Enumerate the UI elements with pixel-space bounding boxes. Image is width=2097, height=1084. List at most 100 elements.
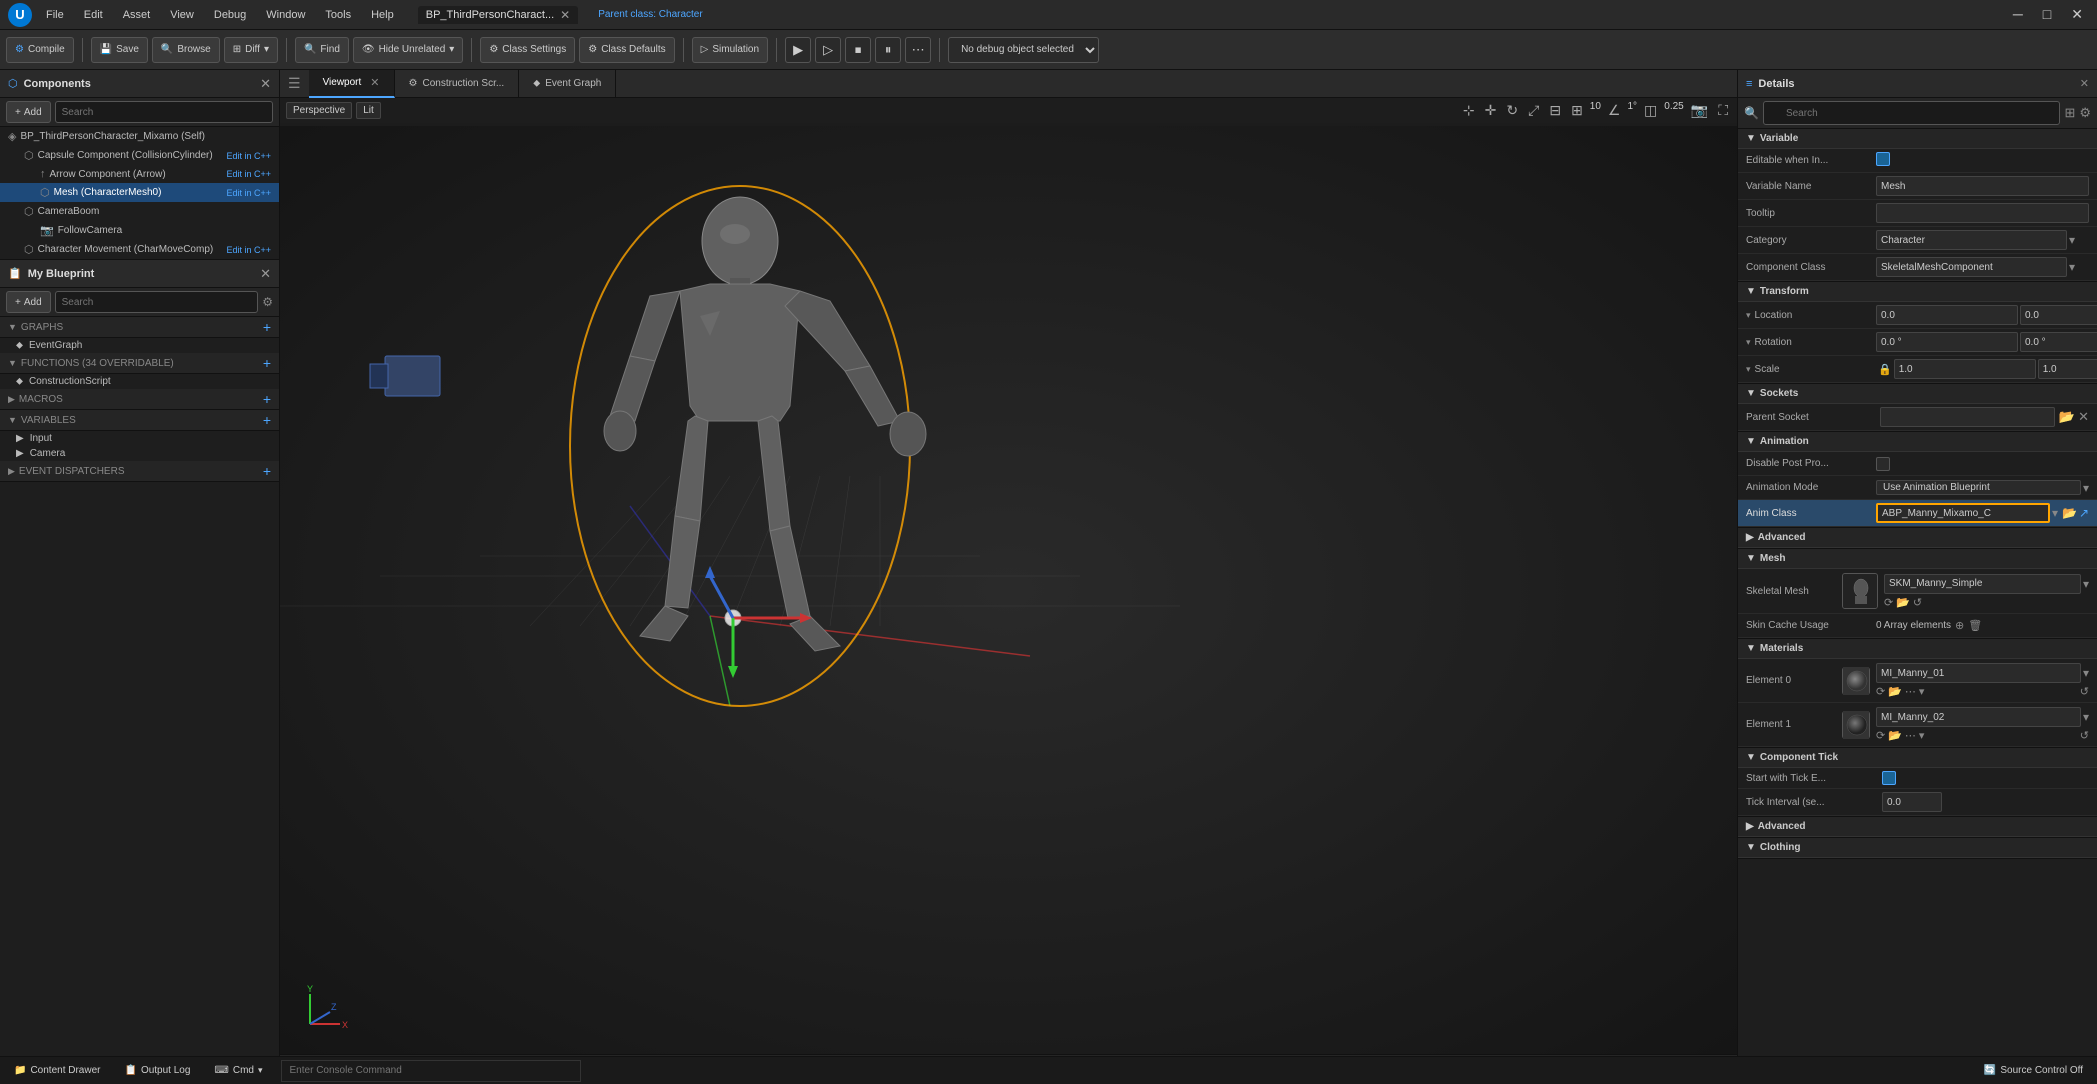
anim-class-browse-btn[interactable]: 📂 [2062,506,2077,520]
select-icon[interactable]: ⊹ [1460,101,1478,120]
output-log-btn[interactable]: 📋 Output Log [118,1063,196,1078]
cmd-input[interactable] [281,1060,581,1082]
mesh-section-header[interactable]: ▼ Mesh [1738,549,2097,569]
component-class-dropdown[interactable]: ▾ [2069,260,2075,274]
menu-help[interactable]: Help [367,7,398,23]
clothing-header[interactable]: ▼ Clothing [1738,838,2097,858]
pause-button[interactable]: ⏸ [875,37,901,63]
snap-icon[interactable]: ⊟ [1546,101,1564,120]
mat0-more-btn[interactable]: ⋯ [1905,685,1916,698]
components-close-btn[interactable]: ✕ [260,76,271,92]
content-drawer-btn[interactable]: 📁 Content Drawer [8,1063,106,1078]
materials-header[interactable]: ▼ Materials [1738,639,2097,659]
loc-y-input[interactable] [2020,305,2097,325]
scale-lock-btn[interactable]: 🔒 [1878,363,1892,376]
details-close-btn[interactable]: ✕ [2080,77,2089,90]
mybp-settings-icon[interactable]: ⚙ [262,295,273,309]
close-btn[interactable]: ✕ [2065,6,2089,23]
functions-section[interactable]: ▼ FUNCTIONS (34 OVERRIDABLE) + [0,353,279,374]
mat1-dropdown2[interactable]: ▾ [1919,729,1925,742]
mat1-sync-btn[interactable]: ⟳ [1876,729,1885,742]
charmovement-edit-btn[interactable]: Edit in C++ [226,245,271,255]
document-tab[interactable]: BP_ThirdPersonCharact... ✕ [418,6,578,24]
hide-unrelated-button[interactable]: 👁 Hide Unrelated ▾ [353,37,463,63]
macros-section[interactable]: ▶ MACROS + [0,389,279,410]
maximize-vp-icon[interactable]: ⛶ [1715,101,1731,120]
socket-browse-btn[interactable]: 📂 [2059,409,2075,425]
component-tick-header[interactable]: ▼ Component Tick [1738,748,2097,768]
sm-browse-btn[interactable]: 📂 [1896,596,1910,609]
skeletal-mesh-input[interactable] [1884,574,2081,594]
tree-item-mesh[interactable]: ⬡ Mesh (CharacterMesh0) Edit in C++ [0,183,279,202]
browse-button[interactable]: 🔍 Browse [152,37,220,63]
mat1-reset-btn[interactable]: ↺ [2080,729,2089,742]
mat0-sync-btn[interactable]: ⟳ [1876,685,1885,698]
dispatchers-add-btn[interactable]: + [263,463,271,479]
category-dropdown-icon[interactable]: ▾ [2069,233,2075,247]
socket-input[interactable] [1880,407,2055,427]
class-settings-button[interactable]: ⚙ Class Settings [480,37,575,63]
var-input-item[interactable]: ▶ Input [0,431,279,446]
rot-x-input[interactable] [1876,332,2018,352]
debug-select[interactable]: No debug object selected [948,37,1099,63]
grid-icon[interactable]: ⊞ [1568,101,1586,120]
mesh-edit-btn[interactable]: Edit in C++ [226,188,271,198]
mybp-search[interactable] [55,291,259,313]
functions-add-btn[interactable]: + [263,355,271,371]
anim-class-goto-btn[interactable]: ↗ [2079,506,2089,520]
mat1-input[interactable] [1876,707,2081,727]
angle-icon[interactable]: ∠ [1605,101,1624,120]
transform-header[interactable]: ▼ Transform [1738,282,2097,302]
arrow-edit-btn[interactable]: Edit in C++ [226,169,271,179]
menu-view[interactable]: View [166,7,198,23]
menu-tools[interactable]: Tools [321,7,355,23]
source-control-btn[interactable]: 🔄 Source Control Off [1978,1063,2089,1078]
loc-x-input[interactable] [1876,305,2018,325]
tab-close-btn[interactable]: ✕ [560,8,570,22]
save-button[interactable]: 💾 Save [91,37,148,63]
menu-debug[interactable]: Debug [210,7,250,23]
variable-name-input[interactable] [1876,176,2089,196]
tree-item-arrow[interactable]: ↑ Arrow Component (Arrow) Edit in C++ [0,165,279,183]
simulation-button[interactable]: ▷ Simulation [692,37,768,63]
skin-cache-del-btn[interactable]: 🗑 [1968,619,1982,632]
mybp-close-btn[interactable]: ✕ [260,266,271,282]
viewport-scene[interactable]: X Y Z [280,126,1737,1054]
event-dispatchers-section[interactable]: ▶ EVENT DISPATCHERS + [0,461,279,482]
cmd-btn[interactable]: ⌨ Cmd ▾ [208,1063,268,1078]
variables-add-btn[interactable]: + [263,412,271,428]
skip-button[interactable]: ⋯ [905,37,931,63]
mat0-browse-btn[interactable]: 📂 [1888,685,1902,698]
category-input[interactable] [1876,230,2067,250]
rotate-icon[interactable]: ↻ [1503,101,1521,120]
menu-asset[interactable]: Asset [119,7,155,23]
menu-window[interactable]: Window [262,7,309,23]
details-settings-icon[interactable]: ⚙ [2079,105,2091,121]
disable-post-checkbox[interactable] [1876,457,1890,471]
tooltip-input[interactable] [1876,203,2089,223]
scale-icon[interactable]: ⤢ [1525,101,1542,120]
component-class-input[interactable] [1876,257,2067,277]
viewport[interactable]: Perspective Lit ⊹ ✛ ↻ ⤢ ⊟ ⊞ 10 ∠ 1° ◫ 0.… [280,98,1737,1056]
find-button[interactable]: 🔍 Find [295,37,349,63]
graphs-add-btn[interactable]: + [263,319,271,335]
tab-construction[interactable]: ⚙ Construction Scr... [395,70,520,98]
editable-checkbox[interactable] [1876,152,1890,166]
rotation-expand[interactable]: ▾ [1746,337,1751,348]
components-search[interactable] [55,101,273,123]
macros-add-btn[interactable]: + [263,391,271,407]
skeletal-mesh-dropdown[interactable]: ▾ [2083,577,2089,591]
stop-button[interactable]: ⏹ [845,37,871,63]
mat0-dropdown[interactable]: ▾ [2083,666,2089,680]
tab-viewport-close[interactable]: ✕ [370,76,379,89]
animation-mode-dropdown[interactable]: ▾ [2083,481,2089,495]
diff-button[interactable]: ⊞ Diff ▾ [224,37,278,63]
start-tick-checkbox[interactable] [1882,771,1896,785]
sm-reset-btn[interactable]: ↺ [1913,596,1922,609]
camera-icon[interactable]: 📷 [1688,101,1711,120]
play-anim-button[interactable]: ▷ [815,37,841,63]
tab-event-graph[interactable]: ⬥ Event Graph [519,70,616,98]
rot-y-input[interactable] [2020,332,2097,352]
variable-header[interactable]: ▼ Variable [1738,129,2097,149]
move-icon[interactable]: ✛ [1482,101,1500,120]
